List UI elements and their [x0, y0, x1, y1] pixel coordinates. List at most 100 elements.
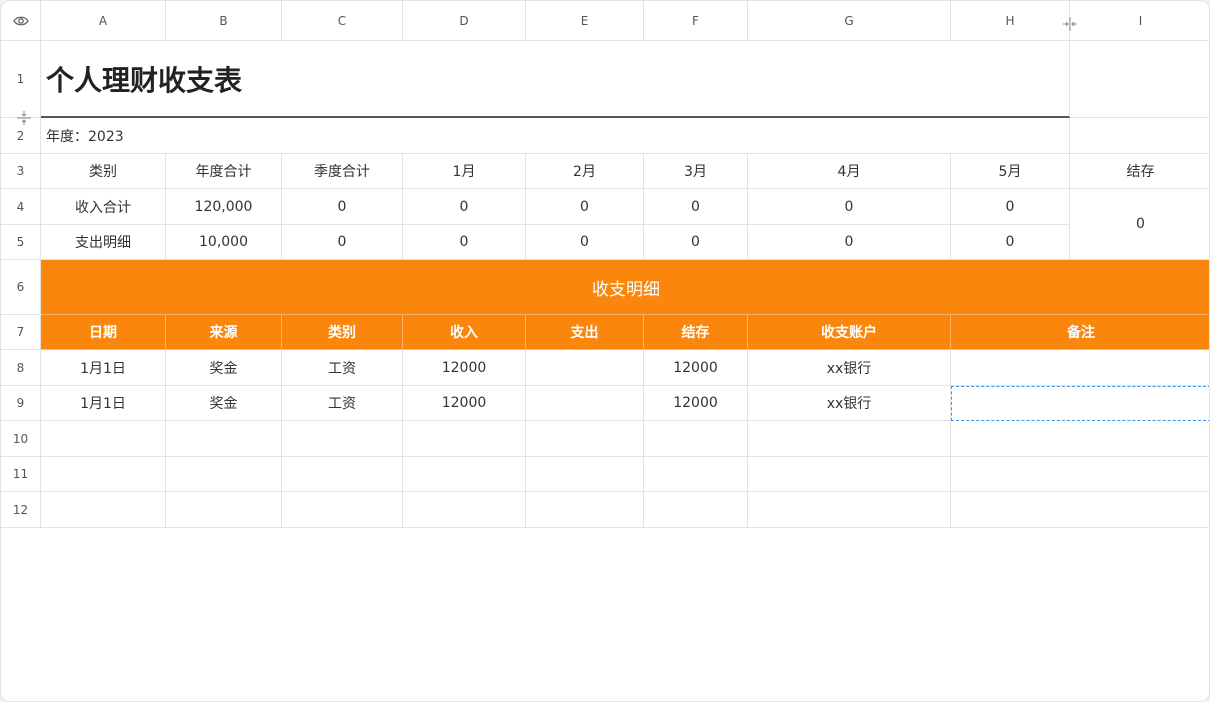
empty-cell[interactable]	[41, 457, 166, 492]
row-header-8[interactable]: 8	[1, 350, 41, 386]
expense-mar[interactable]: 0	[644, 225, 748, 260]
detail-header-balance[interactable]: 结存	[644, 315, 748, 350]
col-header-e[interactable]: E	[526, 1, 644, 41]
detail-header-category[interactable]: 类别	[282, 315, 403, 350]
detail-cell[interactable]	[526, 350, 644, 386]
row-header-6[interactable]: 6	[1, 260, 41, 315]
empty-cell[interactable]	[644, 457, 748, 492]
detail-cell[interactable]: 12000	[403, 350, 526, 386]
income-feb[interactable]: 0	[526, 189, 644, 225]
eye-icon[interactable]	[12, 15, 29, 27]
income-label[interactable]: 收入合计	[41, 189, 166, 225]
cell-i2[interactable]	[1070, 118, 1209, 154]
income-annual[interactable]: 120,000	[166, 189, 282, 225]
detail-cell[interactable]: 奖金	[166, 386, 282, 421]
col-header-d[interactable]: D	[403, 1, 526, 41]
detail-header-account[interactable]: 收支账户	[748, 315, 951, 350]
income-may[interactable]: 0	[951, 189, 1070, 225]
row-header-1[interactable]: 1	[1, 41, 41, 118]
sheet-title[interactable]: 个人理财收支表	[41, 41, 1070, 118]
empty-cell[interactable]	[951, 457, 1209, 492]
col-header-a[interactable]: A	[41, 1, 166, 41]
expense-may[interactable]: 0	[951, 225, 1070, 260]
detail-cell[interactable]: 12000	[644, 386, 748, 421]
empty-cell[interactable]	[403, 421, 526, 457]
col-header-c[interactable]: C	[282, 1, 403, 41]
empty-cell[interactable]	[644, 421, 748, 457]
corner-cell[interactable]	[1, 1, 41, 41]
detail-header-expense[interactable]: 支出	[526, 315, 644, 350]
row-header-5[interactable]: 5	[1, 225, 41, 260]
empty-cell[interactable]	[526, 457, 644, 492]
empty-cell[interactable]	[403, 457, 526, 492]
empty-cell[interactable]	[282, 421, 403, 457]
income-quarter[interactable]: 0	[282, 189, 403, 225]
empty-cell[interactable]	[526, 421, 644, 457]
summary-header-jan[interactable]: 1月	[403, 154, 526, 189]
col-header-b[interactable]: B	[166, 1, 282, 41]
detail-cell[interactable]: 工资	[282, 350, 403, 386]
empty-cell[interactable]	[41, 492, 166, 528]
empty-cell[interactable]	[951, 492, 1209, 528]
row-resize-icon[interactable]	[15, 109, 33, 127]
detail-cell[interactable]: xx银行	[748, 350, 951, 386]
row-header-7[interactable]: 7	[1, 315, 41, 350]
detail-cell[interactable]	[526, 386, 644, 421]
detail-cell[interactable]	[951, 350, 1209, 386]
row-header-10[interactable]: 10	[1, 421, 41, 457]
selected-cell[interactable]	[951, 386, 1209, 421]
summary-header-quarter[interactable]: 季度合计	[282, 154, 403, 189]
col-header-i[interactable]: I	[1070, 1, 1209, 41]
expense-apr[interactable]: 0	[748, 225, 951, 260]
empty-cell[interactable]	[526, 492, 644, 528]
empty-cell[interactable]	[748, 457, 951, 492]
detail-header-income[interactable]: 收入	[403, 315, 526, 350]
income-mar[interactable]: 0	[644, 189, 748, 225]
empty-cell[interactable]	[951, 421, 1209, 457]
summary-header-category[interactable]: 类别	[41, 154, 166, 189]
summary-header-apr[interactable]: 4月	[748, 154, 951, 189]
empty-cell[interactable]	[282, 457, 403, 492]
detail-cell[interactable]: 1月1日	[41, 350, 166, 386]
col-header-g[interactable]: G	[748, 1, 951, 41]
empty-cell[interactable]	[166, 457, 282, 492]
empty-cell[interactable]	[166, 492, 282, 528]
detail-cell[interactable]: xx银行	[748, 386, 951, 421]
summary-header-annual[interactable]: 年度合计	[166, 154, 282, 189]
expense-quarter[interactable]: 0	[282, 225, 403, 260]
summary-header-feb[interactable]: 2月	[526, 154, 644, 189]
year-label[interactable]: 年度：2023	[41, 118, 1070, 154]
detail-cell[interactable]: 奖金	[166, 350, 282, 386]
summary-header-may[interactable]: 5月	[951, 154, 1070, 189]
empty-cell[interactable]	[166, 421, 282, 457]
col-header-f[interactable]: F	[644, 1, 748, 41]
income-apr[interactable]: 0	[748, 189, 951, 225]
empty-cell[interactable]	[41, 421, 166, 457]
empty-cell[interactable]	[748, 492, 951, 528]
row-header-11[interactable]: 11	[1, 457, 41, 492]
expense-label[interactable]: 支出明细	[41, 225, 166, 260]
row-header-9[interactable]: 9	[1, 386, 41, 421]
row-header-12[interactable]: 12	[1, 492, 41, 528]
detail-cell[interactable]: 1月1日	[41, 386, 166, 421]
empty-cell[interactable]	[644, 492, 748, 528]
detail-header-date[interactable]: 日期	[41, 315, 166, 350]
empty-cell[interactable]	[403, 492, 526, 528]
cell-i1[interactable]	[1070, 41, 1209, 118]
col-header-h[interactable]: H	[951, 1, 1070, 41]
detail-cell[interactable]: 12000	[403, 386, 526, 421]
empty-cell[interactable]	[282, 492, 403, 528]
summary-header-balance[interactable]: 结存	[1070, 154, 1209, 189]
empty-cell[interactable]	[748, 421, 951, 457]
income-jan[interactable]: 0	[403, 189, 526, 225]
detail-section-title[interactable]: 收支明细	[41, 260, 1209, 315]
column-resize-icon[interactable]	[1061, 15, 1079, 33]
summary-header-mar[interactable]: 3月	[644, 154, 748, 189]
row-header-3[interactable]: 3	[1, 154, 41, 189]
expense-feb[interactable]: 0	[526, 225, 644, 260]
row-header-4[interactable]: 4	[1, 189, 41, 225]
expense-jan[interactable]: 0	[403, 225, 526, 260]
balance-value[interactable]: 0	[1070, 189, 1209, 260]
detail-header-source[interactable]: 来源	[166, 315, 282, 350]
detail-header-note[interactable]: 备注	[951, 315, 1209, 350]
